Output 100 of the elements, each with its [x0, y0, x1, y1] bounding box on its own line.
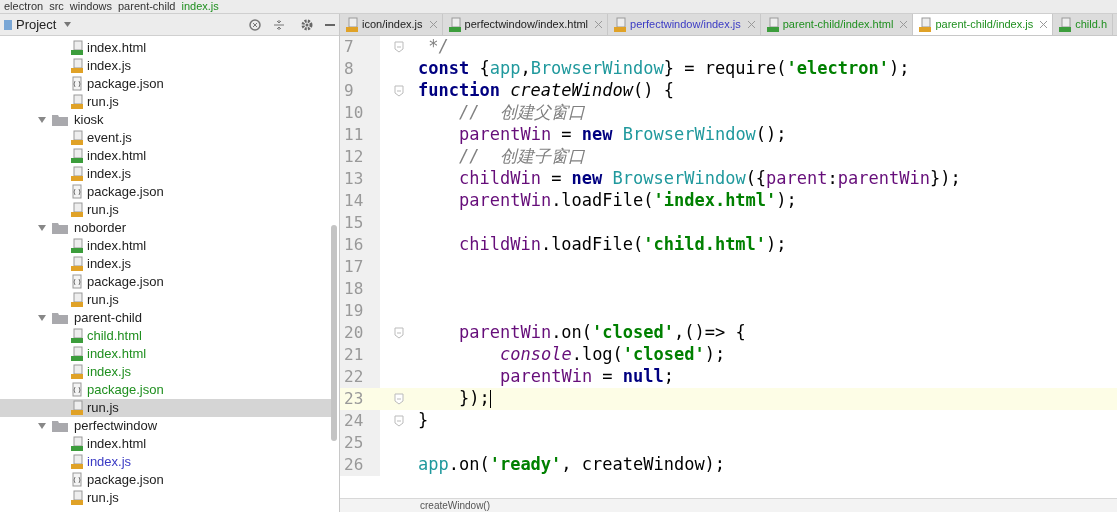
- html-file-icon: [70, 328, 84, 344]
- fold-marker-icon[interactable]: [394, 393, 404, 405]
- json-file-icon: [70, 382, 84, 398]
- settings-icon[interactable]: [301, 18, 313, 31]
- code-line: */: [427, 35, 449, 59]
- file-name: run.js: [87, 489, 119, 508]
- html-file-icon: [1058, 16, 1073, 33]
- file-row[interactable]: package.json: [0, 471, 331, 489]
- panel-title[interactable]: Project: [16, 14, 57, 35]
- tab-label: perfectwindow/index.js: [630, 17, 741, 33]
- file-row[interactable]: index.html: [0, 345, 331, 363]
- file-row[interactable]: index.html: [0, 147, 331, 165]
- fold-marker-icon[interactable]: [394, 85, 404, 97]
- json-file-icon: [70, 76, 84, 92]
- folder-name[interactable]: parent-child: [74, 308, 142, 328]
- folder-name[interactable]: perfectwindow: [74, 416, 158, 436]
- file-name: index.html: [87, 435, 147, 454]
- code-line: app.on('ready', createWindow);: [418, 453, 726, 477]
- file-row[interactable]: index.html: [0, 237, 331, 255]
- line-number: 21: [344, 344, 364, 366]
- file-row[interactable]: index.js: [0, 57, 331, 75]
- expand-arrow-icon[interactable]: [38, 116, 46, 124]
- folder-icon: [52, 312, 68, 324]
- dropdown-caret-icon[interactable]: [64, 22, 72, 27]
- html-file-icon: [70, 40, 84, 56]
- line-number: 25: [344, 432, 364, 454]
- js-file-icon: [70, 454, 84, 470]
- file-row[interactable]: run.js: [0, 93, 331, 111]
- fold-marker-icon[interactable]: [394, 415, 404, 427]
- breadcrumb-item[interactable]: windows: [69, 1, 112, 12]
- close-icon[interactable]: [429, 21, 437, 28]
- file-row[interactable]: index.html: [0, 435, 331, 453]
- js-file-icon: [70, 490, 84, 506]
- expand-arrow-icon[interactable]: [38, 224, 46, 232]
- line-number: 12: [344, 146, 364, 168]
- html-file-icon: [70, 346, 84, 362]
- close-icon[interactable]: [1040, 21, 1048, 28]
- breadcrumb-item[interactable]: src: [49, 1, 64, 12]
- file-row[interactable]: run.js: [0, 489, 331, 507]
- expand-arrow-icon[interactable]: [38, 314, 46, 322]
- file-name: index.html: [87, 39, 147, 58]
- line-number: 10: [344, 102, 364, 124]
- file-row[interactable]: run.js: [0, 291, 331, 309]
- js-file-icon: [613, 16, 628, 33]
- file-row[interactable]: index.js: [0, 255, 331, 273]
- file-name: index.html: [87, 147, 147, 166]
- js-file-icon: [70, 202, 84, 218]
- file-row[interactable]: package.json: [0, 381, 331, 399]
- js-file-icon: [70, 166, 84, 182]
- locate-icon[interactable]: [249, 18, 261, 31]
- breadcrumb-item[interactable]: electron: [4, 1, 44, 12]
- expand-arrow-icon[interactable]: [38, 422, 46, 430]
- html-file-icon: [447, 16, 462, 33]
- file-row[interactable]: package.json: [0, 273, 331, 291]
- close-icon[interactable]: [747, 21, 755, 28]
- close-icon[interactable]: [595, 21, 603, 28]
- line-number: 24: [344, 410, 364, 432]
- file-row[interactable]: run.js: [0, 201, 331, 219]
- close-icon[interactable]: [900, 21, 908, 28]
- file-row[interactable]: run.js: [0, 399, 331, 417]
- panel-icon: [4, 19, 12, 30]
- breadcrumb-item[interactable]: parent-child: [118, 1, 176, 12]
- js-file-icon: [70, 256, 84, 272]
- line-number: 18: [344, 278, 364, 300]
- file-row[interactable]: index.js: [0, 165, 331, 183]
- tab-label: icon/index.js: [362, 17, 423, 33]
- line-number: 7: [344, 36, 354, 58]
- file-row[interactable]: package.json: [0, 75, 331, 93]
- line-number: 22: [344, 366, 364, 388]
- code-line: parentWin = new BrowserWindow();: [459, 123, 787, 147]
- json-file-icon: [70, 274, 84, 290]
- file-row[interactable]: index.js: [0, 453, 331, 471]
- editor-tab[interactable]: parent-child/index.js: [913, 14, 1054, 35]
- fold-marker-icon[interactable]: [394, 327, 404, 339]
- file-name: index.html: [87, 237, 147, 256]
- js-file-icon: [70, 292, 84, 308]
- code-line: // 创建子窗口: [459, 145, 585, 169]
- file-row[interactable]: index.js: [0, 363, 331, 381]
- line-number: 17: [344, 256, 364, 278]
- code-line: }: [418, 409, 429, 433]
- js-file-icon: [70, 364, 84, 380]
- fold-marker-icon[interactable]: [394, 41, 404, 53]
- folder-name[interactable]: kiosk: [74, 110, 104, 130]
- line-number: 14: [344, 190, 364, 212]
- folder-name[interactable]: noborder: [74, 218, 127, 238]
- file-name: event.js: [87, 129, 132, 148]
- scrollbar-thumb[interactable]: [331, 225, 337, 441]
- file-row[interactable]: event.js: [0, 129, 331, 147]
- file-row[interactable]: child.html: [0, 327, 331, 345]
- file-name: package.json: [87, 273, 164, 292]
- collapse-icon[interactable]: [273, 18, 285, 31]
- file-name: package.json: [87, 471, 164, 490]
- file-row[interactable]: package.json: [0, 183, 331, 201]
- scope-label: createWindow(): [420, 500, 491, 511]
- file-name: run.js: [87, 93, 119, 112]
- js-file-icon: [70, 94, 84, 110]
- file-name: child.html: [87, 327, 142, 346]
- folder-icon: [52, 420, 68, 432]
- breadcrumb-item[interactable]: index.js: [181, 1, 219, 12]
- file-row[interactable]: index.html: [0, 39, 331, 57]
